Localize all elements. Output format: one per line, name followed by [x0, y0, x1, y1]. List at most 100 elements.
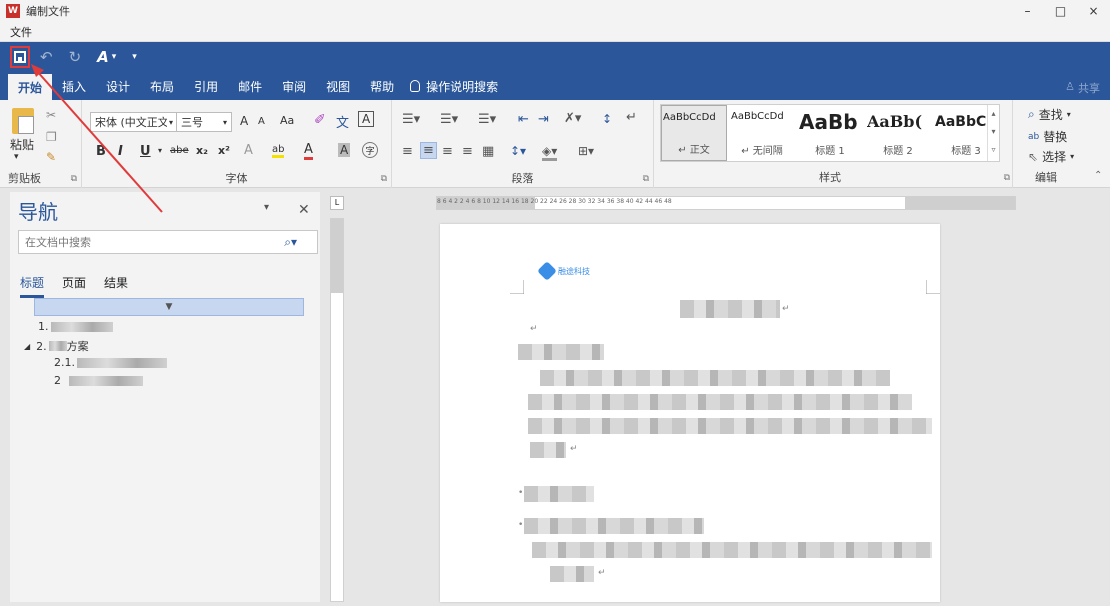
- distributed-icon[interactable]: ▦: [482, 144, 494, 159]
- minimize-button[interactable]: –: [1011, 0, 1044, 22]
- blurred-text: [532, 542, 932, 558]
- style-no-spacing[interactable]: AaBbCcDd ↵ 无间隔: [729, 105, 795, 161]
- underline-dropdown-icon[interactable]: ▾: [158, 146, 162, 155]
- shrink-font-button[interactable]: A: [258, 116, 265, 127]
- format-painter-icon[interactable]: ✎: [46, 150, 56, 164]
- tab-help[interactable]: 帮助: [360, 73, 404, 99]
- document-page[interactable]: 融途科技 ↵ ↵ ↵ • • ↵: [440, 224, 940, 602]
- text-effects-button[interactable]: A: [244, 143, 253, 158]
- spelling-button[interactable]: A ▾: [97, 46, 116, 68]
- style-normal[interactable]: AaBbCcDd ↵ 正文: [661, 105, 727, 161]
- nav-selected-heading[interactable]: ▼: [34, 298, 304, 316]
- underline-button[interactable]: U: [140, 144, 151, 159]
- styles-scroll[interactable]: ▴ ▾ ▿: [987, 105, 999, 161]
- style-heading-1[interactable]: AaBb 标题 1: [797, 105, 863, 161]
- strikethrough-button[interactable]: abe: [170, 145, 189, 156]
- phonetic-guide-button[interactable]: 文: [336, 112, 349, 131]
- grow-font-button[interactable]: A: [240, 114, 248, 128]
- font-group: 宋体 (中文正文 ▾ 三号 ▾ A A Aa ✐ 文 A B I U ▾ abe x…: [82, 100, 392, 188]
- collapse-triangle-icon[interactable]: ◢: [24, 342, 30, 351]
- close-button[interactable]: ×: [1077, 0, 1110, 22]
- increase-indent-icon[interactable]: ⇥: [538, 112, 549, 127]
- vertical-ruler[interactable]: [330, 218, 344, 602]
- save-button[interactable]: [10, 46, 30, 68]
- center-icon[interactable]: ≡: [420, 142, 437, 159]
- sort-icon[interactable]: ↕: [602, 112, 612, 126]
- superscript-button[interactable]: x²: [218, 144, 230, 157]
- style-heading-2[interactable]: AaBb( 标题 2: [865, 105, 931, 161]
- search-icon[interactable]: ⌕▾: [284, 235, 297, 250]
- replace-button[interactable]: ab 替换: [1028, 128, 1067, 145]
- paste-icon[interactable]: [12, 108, 34, 134]
- undo-button[interactable]: ↶: [40, 46, 53, 68]
- bullets-icon[interactable]: ☰▾: [402, 112, 420, 127]
- clipboard-launcher-icon[interactable]: ⧉: [71, 174, 77, 184]
- font-color-button[interactable]: A: [304, 142, 313, 160]
- multilevel-list-icon[interactable]: ☰▾: [478, 112, 496, 127]
- paste-button[interactable]: 粘贴: [10, 136, 34, 153]
- tab-layout[interactable]: 布局: [140, 73, 184, 99]
- select-button[interactable]: ⇖ 选择 ▾: [1028, 148, 1074, 165]
- collapse-ribbon-icon[interactable]: ⌃: [1094, 170, 1102, 181]
- paragraph-launcher-icon[interactable]: ⧉: [643, 174, 649, 184]
- tab-mailings[interactable]: 邮件: [228, 73, 272, 99]
- char-border-button[interactable]: A: [358, 111, 375, 127]
- tab-review[interactable]: 审阅: [272, 73, 316, 99]
- nav-options-icon[interactable]: ▾: [264, 202, 269, 213]
- cut-icon[interactable]: ✂: [46, 108, 56, 122]
- blurred-text: [530, 442, 566, 458]
- font-launcher-icon[interactable]: ⧉: [381, 174, 387, 184]
- navigation-pane: 导航 ▾ ✕ 在文档中搜索 ⌕▾ 标题 页面 结果 ▼ 1. ◢ 2. 方案 2.…: [10, 192, 320, 602]
- italic-button[interactable]: I: [118, 144, 123, 159]
- nav-heading-2[interactable]: ◢ 2. 方案: [24, 338, 89, 354]
- nav-heading-1[interactable]: 1.: [38, 320, 113, 333]
- justify-icon[interactable]: ≡: [462, 144, 473, 159]
- styles-launcher-icon[interactable]: ⧉: [1004, 173, 1010, 183]
- change-case-button[interactable]: Aa: [280, 114, 294, 127]
- tab-insert[interactable]: 插入: [52, 73, 96, 99]
- align-right-icon[interactable]: ≡: [442, 144, 453, 159]
- nav-search-input[interactable]: 在文档中搜索 ⌕▾: [18, 230, 318, 254]
- horizontal-ruler[interactable]: 8 6 4 2 2 4 6 8 10 12 14 16 18 20 22 24 …: [436, 196, 1016, 210]
- char-shading-button[interactable]: A: [338, 143, 351, 157]
- tell-me-search[interactable]: 操作说明搜索: [410, 78, 498, 95]
- highlight-button[interactable]: ab: [272, 144, 285, 158]
- numbering-icon[interactable]: ☰▾: [440, 112, 458, 127]
- maximize-button[interactable]: □: [1044, 0, 1077, 22]
- file-menu[interactable]: 文件: [10, 24, 32, 40]
- clear-formatting-icon[interactable]: ✐: [314, 112, 326, 128]
- font-name-box[interactable]: 宋体 (中文正文 ▾: [90, 112, 178, 132]
- borders-icon[interactable]: ⊞▾: [578, 144, 594, 158]
- nav-close-icon[interactable]: ✕: [298, 202, 310, 218]
- replace-label: 替换: [1043, 130, 1068, 144]
- customize-qat-button[interactable]: ▾: [132, 46, 137, 68]
- enclose-chars-button[interactable]: 字: [362, 142, 378, 158]
- share-button[interactable]: ♙ 共享: [1065, 80, 1100, 96]
- shading-icon[interactable]: ◈▾: [542, 144, 558, 161]
- tab-view[interactable]: 视图: [316, 73, 360, 99]
- line-spacing-icon[interactable]: ↕▾: [510, 144, 526, 158]
- style-sample: AaBb(: [867, 112, 923, 131]
- copy-icon[interactable]: ❐: [46, 130, 57, 144]
- nav-tab-results[interactable]: 结果: [104, 274, 128, 298]
- nav-tab-pages[interactable]: 页面: [62, 274, 86, 298]
- nav-heading-2-1[interactable]: 2.1.: [54, 356, 167, 369]
- nav-tab-headings[interactable]: 标题: [20, 274, 45, 298]
- align-left-icon[interactable]: ≡: [402, 144, 413, 159]
- bold-button[interactable]: B: [96, 144, 106, 159]
- heading-number: 2.: [36, 339, 47, 353]
- tab-references[interactable]: 引用: [184, 73, 228, 99]
- tab-home[interactable]: 开始: [8, 74, 53, 100]
- chinese-layout-icon[interactable]: ✗▾: [564, 111, 581, 126]
- subscript-button[interactable]: x₂: [196, 144, 208, 157]
- find-button[interactable]: ⌕ 查找 ▾: [1028, 106, 1071, 123]
- paste-dropdown-icon[interactable]: ▾: [14, 152, 19, 162]
- font-size-box[interactable]: 三号 ▾: [176, 112, 232, 132]
- style-sample: AaBbCcDd: [731, 111, 784, 122]
- decrease-indent-icon[interactable]: ⇤: [518, 112, 529, 127]
- tab-design[interactable]: 设计: [96, 73, 140, 99]
- nav-heading-2-2[interactable]: 2: [54, 374, 143, 387]
- tab-selector[interactable]: L: [330, 196, 344, 210]
- show-marks-icon[interactable]: ↵: [626, 110, 637, 125]
- redo-button[interactable]: ↻: [69, 46, 82, 68]
